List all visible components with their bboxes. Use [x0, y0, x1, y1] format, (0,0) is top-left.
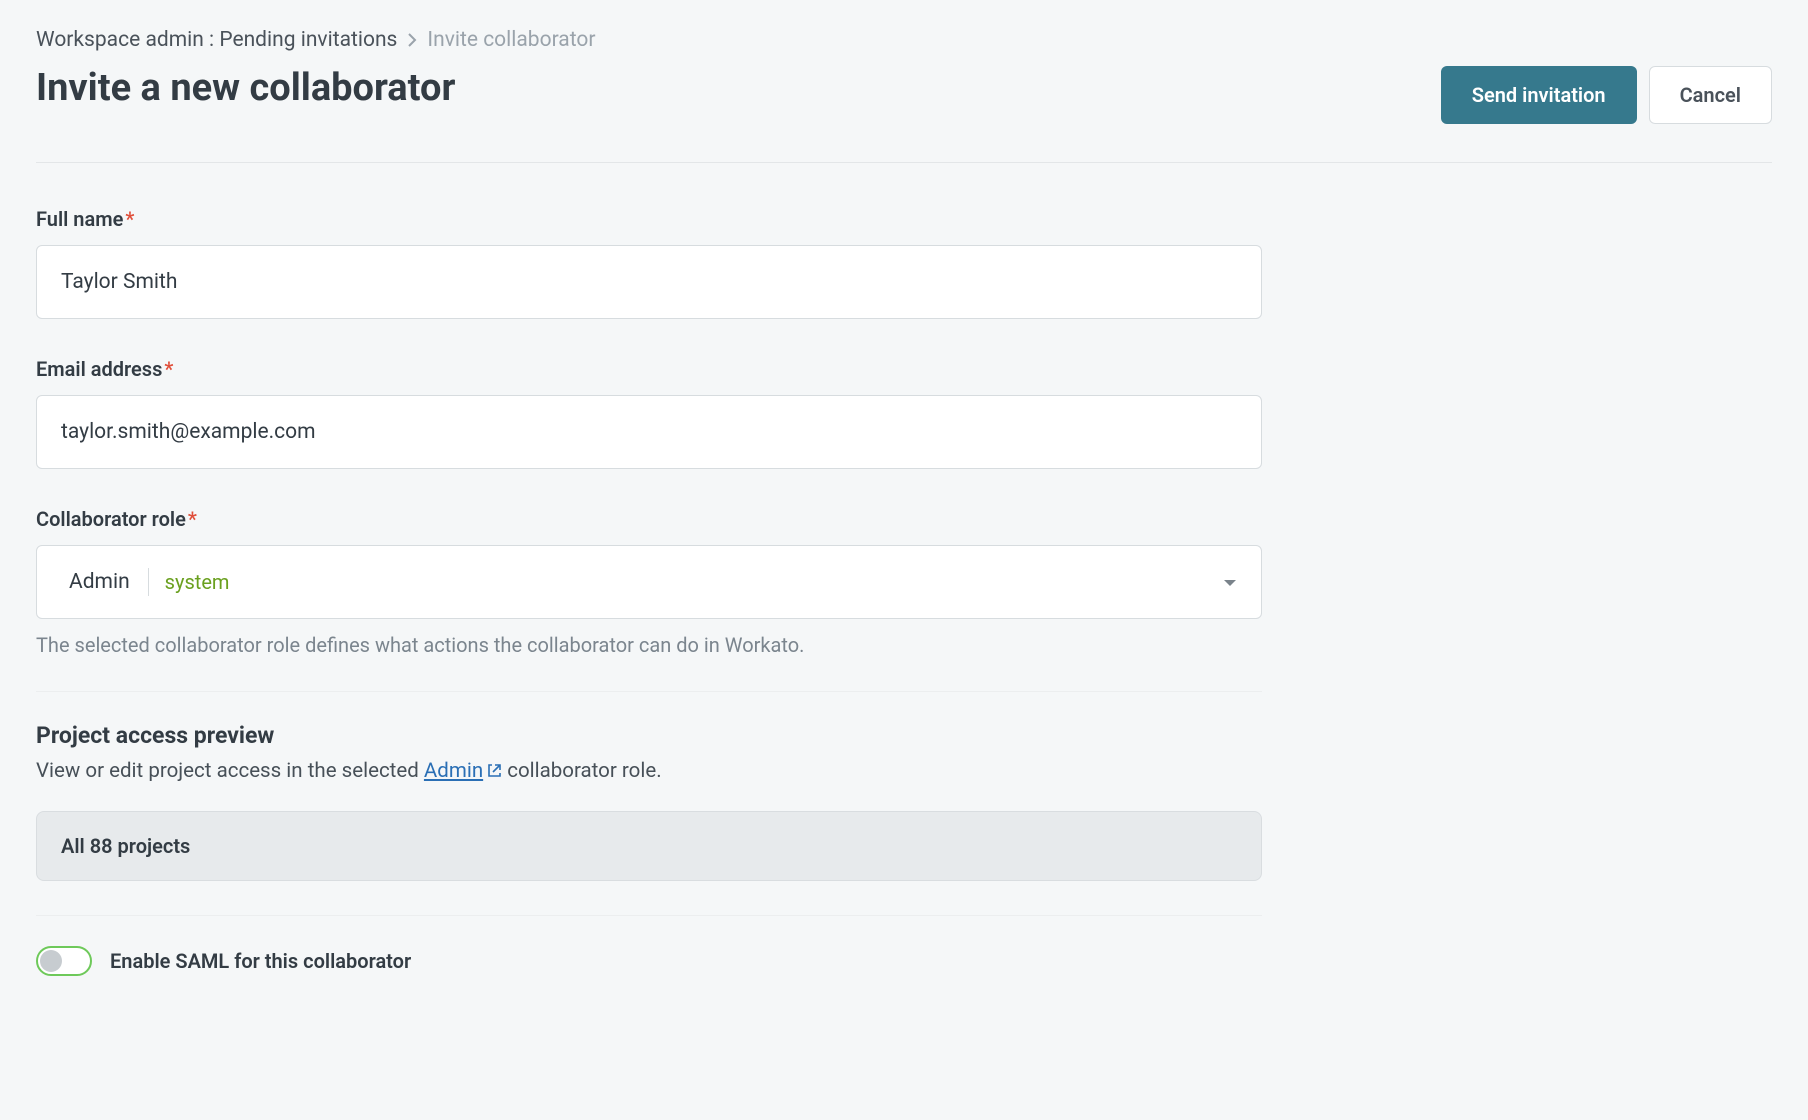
required-mark: *: [125, 207, 134, 231]
role-selected-value: Admin: [69, 570, 130, 594]
label-text: Email address: [36, 357, 162, 381]
saml-toggle-label: Enable SAML for this collaborator: [110, 949, 411, 973]
role-label: Collaborator role*: [36, 507, 1262, 531]
breadcrumb-root[interactable]: Workspace admin : Pending invitations: [36, 28, 397, 52]
role-helper-text: The selected collaborator role defines w…: [36, 633, 1262, 657]
section-divider: [36, 915, 1262, 916]
email-label: Email address*: [36, 357, 1262, 381]
email-input[interactable]: [36, 395, 1262, 469]
label-text: Collaborator role: [36, 507, 186, 531]
email-field: Email address*: [36, 357, 1262, 469]
breadcrumb-current: Invite collaborator: [427, 28, 595, 52]
full-name-label: Full name*: [36, 207, 1262, 231]
section-divider: [36, 691, 1262, 692]
header-actions: Send invitation Cancel: [1441, 66, 1772, 124]
project-access-title: Project access preview: [36, 722, 1262, 749]
cancel-button[interactable]: Cancel: [1649, 66, 1772, 124]
admin-role-link[interactable]: Admin: [424, 759, 502, 783]
role-tag: system: [165, 570, 230, 594]
desc-suffix: collaborator role.: [502, 759, 661, 783]
chevron-right-icon: [407, 33, 417, 47]
role-field: Collaborator role* Admin system The sele…: [36, 507, 1262, 657]
desc-prefix: View or edit project access in the selec…: [36, 759, 424, 783]
saml-toggle[interactable]: [36, 946, 92, 976]
full-name-field: Full name*: [36, 207, 1262, 319]
caret-down-icon: [1223, 573, 1237, 592]
project-access-description: View or edit project access in the selec…: [36, 759, 1262, 783]
toggle-knob: [40, 950, 62, 972]
send-invitation-button[interactable]: Send invitation: [1441, 66, 1637, 124]
external-link-icon: [487, 763, 502, 778]
page-header: Invite a new collaborator Send invitatio…: [36, 66, 1772, 124]
divider: [36, 162, 1772, 163]
role-select[interactable]: Admin system: [36, 545, 1262, 619]
select-divider: [148, 568, 149, 596]
full-name-input[interactable]: [36, 245, 1262, 319]
form: Full name* Email address* Collaborator r…: [36, 207, 1262, 976]
saml-toggle-row: Enable SAML for this collaborator: [36, 946, 1262, 976]
label-text: Full name: [36, 207, 123, 231]
required-mark: *: [188, 507, 197, 531]
projects-summary-text: All 88 projects: [61, 834, 190, 858]
required-mark: *: [164, 357, 173, 381]
projects-summary-box: All 88 projects: [36, 811, 1262, 881]
breadcrumb: Workspace admin : Pending invitations In…: [36, 28, 1772, 52]
page-title: Invite a new collaborator: [36, 66, 455, 110]
